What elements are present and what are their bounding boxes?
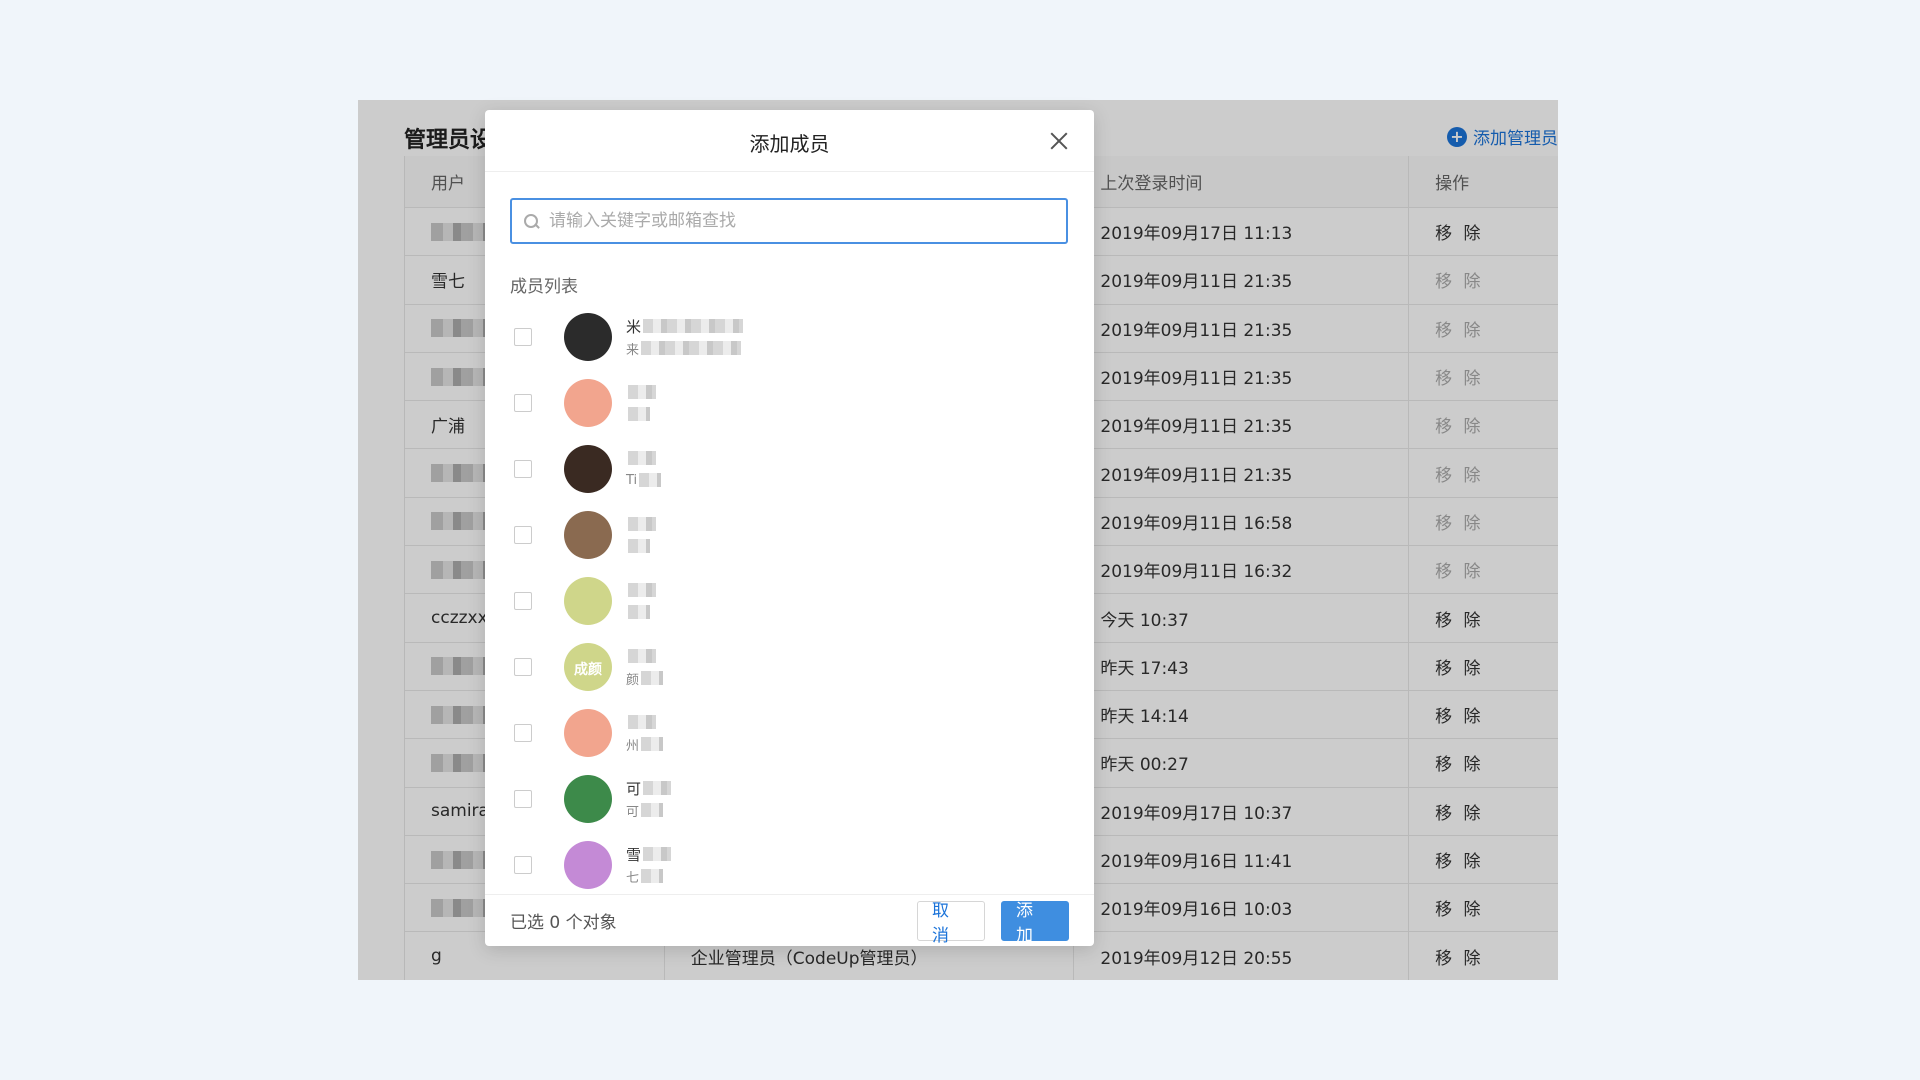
member-checkbox[interactable] (514, 460, 532, 478)
member-info: Ti (626, 449, 662, 489)
member-subtitle: 七 (626, 867, 671, 886)
member-checkbox[interactable] (514, 526, 532, 544)
list-item[interactable]: 雪七 (510, 832, 1070, 898)
member-name-text: 雪 (626, 845, 642, 864)
member-name: 可 (626, 779, 672, 798)
member-subtitle: 来 (626, 339, 743, 358)
member-info (626, 581, 656, 621)
selected-count: 已选 0 个对象 (510, 913, 617, 933)
add-button[interactable]: 添 加 (1001, 900, 1069, 946)
member-info (626, 515, 656, 555)
list-item[interactable]: 州 (510, 700, 1070, 766)
redacted-name (643, 847, 672, 861)
member-subtitle-text: 七 (626, 870, 640, 886)
member-subtitle-text: 来 (626, 342, 640, 358)
member-list-label: 成员列表 (510, 277, 578, 297)
member-info: 州 (626, 713, 664, 754)
avatar (564, 511, 612, 559)
redacted-name (628, 583, 656, 597)
member-subtitle-text: 可 (626, 804, 640, 820)
redacted-name (643, 319, 744, 333)
member-info: 雪七 (626, 845, 672, 886)
list-item[interactable]: Ti (510, 436, 1070, 502)
member-list: 米来 Ti 成颜颜州可可雪七 (510, 304, 1070, 898)
member-name (626, 449, 661, 467)
member-info: 米来 (626, 317, 744, 358)
redacted-subtitle (641, 869, 664, 883)
redacted-name (628, 517, 656, 531)
avatar (564, 841, 612, 889)
redacted-subtitle (628, 407, 650, 421)
dialog-title: 添加成员 (749, 132, 830, 156)
member-info: 颜 (626, 647, 664, 688)
member-checkbox[interactable] (514, 724, 532, 742)
list-item[interactable]: 可可 (510, 766, 1070, 832)
member-subtitle: 州 (626, 735, 664, 754)
member-name (626, 581, 656, 599)
member-subtitle-text: Ti (626, 472, 638, 488)
list-item[interactable] (510, 370, 1070, 436)
member-subtitle-text: 州 (626, 738, 640, 754)
member-name: 米 (626, 317, 744, 336)
member-checkbox[interactable] (514, 592, 532, 610)
dialog-footer: 已选 0 个对象 取 消 添 加 (485, 894, 1094, 946)
list-item[interactable]: 成颜颜 (510, 634, 1070, 700)
member-name (626, 383, 656, 401)
search-input[interactable] (549, 211, 1049, 231)
member-subtitle (626, 537, 656, 555)
member-name (626, 647, 663, 665)
redacted-subtitle (641, 737, 664, 751)
member-subtitle-text: 颜 (626, 672, 640, 688)
member-info (626, 383, 656, 423)
avatar (564, 709, 612, 757)
member-name-text: 米 (626, 317, 642, 336)
list-item[interactable] (510, 502, 1070, 568)
member-name-text: 可 (626, 779, 642, 798)
avatar (564, 379, 612, 427)
member-subtitle (626, 603, 656, 621)
avatar (564, 775, 612, 823)
avatar: 成颜 (564, 643, 612, 691)
member-subtitle: 可 (626, 801, 671, 820)
redacted-name (628, 649, 656, 663)
search-box[interactable] (510, 198, 1068, 244)
cancel-button[interactable]: 取 消 (917, 900, 985, 946)
avatar (564, 577, 612, 625)
avatar-text: 成颜 (574, 662, 602, 678)
redacted-subtitle (641, 803, 664, 817)
redacted-name (643, 781, 672, 795)
avatar (564, 445, 612, 493)
redacted-subtitle (641, 671, 664, 685)
member-subtitle (626, 405, 656, 423)
dialog-header: 添加成员 (485, 110, 1094, 172)
member-checkbox[interactable] (514, 328, 532, 346)
close-icon[interactable] (1046, 128, 1072, 154)
member-name: 雪 (626, 845, 672, 864)
member-checkbox[interactable] (514, 856, 532, 874)
redacted-name (628, 385, 656, 399)
redacted-subtitle (639, 473, 662, 487)
list-item[interactable] (510, 568, 1070, 634)
redacted-name (628, 451, 656, 465)
member-checkbox[interactable] (514, 394, 532, 412)
redacted-subtitle (628, 605, 650, 619)
member-subtitle: Ti (626, 471, 662, 489)
search-icon (524, 213, 539, 229)
avatar (564, 313, 612, 361)
redacted-name (628, 715, 656, 729)
redacted-subtitle (641, 341, 742, 355)
member-checkbox[interactable] (514, 790, 532, 808)
member-subtitle: 颜 (626, 669, 664, 688)
list-item[interactable]: 米来 (510, 304, 1070, 370)
member-name (626, 515, 656, 533)
add-member-dialog: 添加成员 成员列表 米来 Ti 成颜颜州可可雪七 已选 0 个对象 取 消 添 加 (485, 110, 1094, 946)
member-info: 可可 (626, 779, 672, 820)
member-name (626, 713, 663, 731)
redacted-subtitle (628, 539, 650, 553)
member-checkbox[interactable] (514, 658, 532, 676)
